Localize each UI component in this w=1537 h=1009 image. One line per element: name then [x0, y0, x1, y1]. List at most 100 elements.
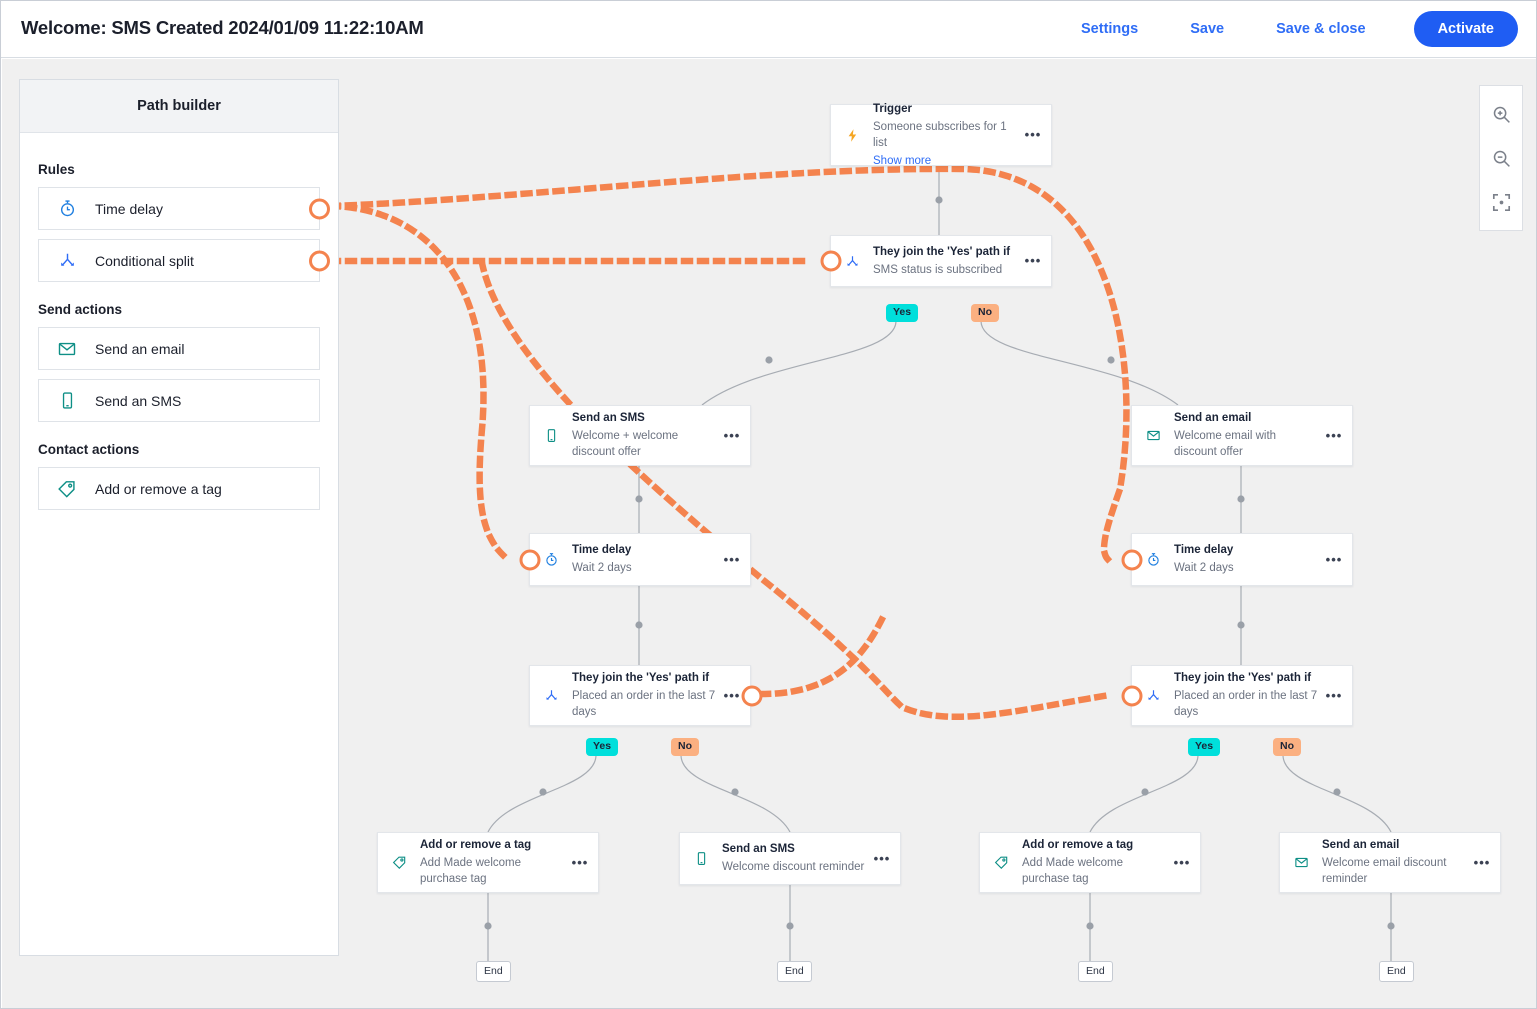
flow-node-title: Time delay [572, 543, 716, 558]
flow-node-text: They join the 'Yes' path if Placed an ord… [1174, 671, 1322, 720]
group-label-send-actions: Send actions [38, 302, 320, 317]
flow-node-subtitle: Welcome + welcome discount offer [572, 428, 716, 460]
flow-node-menu-button[interactable]: ••• [720, 432, 750, 440]
flow-node-split1[interactable]: They join the 'Yes' path ifSMS status is… [830, 235, 1052, 287]
palette-item-add-or-remove-a-tag[interactable]: Add or remove a tag [38, 467, 320, 510]
flow-node-menu-button[interactable]: ••• [870, 855, 900, 863]
panel-body: Rules Time delay [20, 133, 338, 510]
flow-node-split3[interactable]: They join the 'Yes' path if Placed an ord… [1131, 665, 1353, 726]
fit-to-screen-icon[interactable] [1480, 180, 1522, 224]
flow-node-trigger[interactable]: Trigger Someone subscribes for 1 list Show… [830, 104, 1052, 166]
branch-badge-yes: Yes [1188, 738, 1220, 756]
path-builder-panel: Path builder Rules Time delay [19, 79, 339, 956]
palette-item-send-an-email[interactable]: Send an email [38, 327, 320, 370]
end-node: End [1078, 961, 1113, 982]
save-and-close-button[interactable]: Save & close [1250, 21, 1391, 37]
flow-node-delay1[interactable]: Time delay Wait 2 days ••• [529, 533, 751, 586]
flow-node-tag2[interactable]: Add or remove a tagAdd Made welcome purc… [979, 832, 1201, 893]
activate-button[interactable]: Activate [1414, 11, 1518, 47]
palette-item-time-delay[interactable]: Time delay [38, 187, 320, 230]
palette-label-add-or-remove-a-tag: Add or remove a tag [95, 481, 222, 497]
tag-icon [378, 855, 420, 870]
palette-drag-handle-time-delay[interactable] [309, 198, 330, 219]
envelope-icon [39, 339, 95, 359]
flow-node-subtitle: Wait 2 days [572, 560, 716, 576]
palette-item-conditional-split[interactable]: Conditional split [38, 239, 320, 282]
flow-node-text: Time delayWait 2 days [1174, 543, 1322, 576]
node-connector-handle[interactable] [520, 549, 541, 570]
flow-node-menu-button[interactable]: ••• [1470, 859, 1500, 867]
split-icon [530, 688, 572, 703]
flow-node-text: Add or remove a tagAdd Made welcome purc… [420, 838, 568, 887]
flow-node-menu-button[interactable]: ••• [1322, 692, 1352, 700]
end-node: End [777, 961, 812, 982]
flow-node-subtitle: Welcome email with discount offer [1174, 428, 1318, 460]
node-connector-handle[interactable] [1122, 685, 1143, 706]
node-connector-handle[interactable] [821, 251, 842, 272]
flow-node-text: Trigger Someone subscribes for 1 list Show… [873, 102, 1021, 169]
palette-drag-handle-conditional-split[interactable] [309, 250, 330, 271]
flow-node-sms1[interactable]: Send an SMS Welcome + welcome discount of… [529, 405, 751, 466]
page-title: Welcome: SMS Created 2024/01/09 11:22:10… [21, 17, 424, 39]
flow-node-email2[interactable]: Send an emailWelcome email discount remi… [1279, 832, 1501, 893]
flow-node-subtitle: Placed an order in the last 7 days [572, 688, 716, 720]
flow-node-title: They join the 'Yes' path if [572, 671, 716, 686]
flow-node-menu-button[interactable]: ••• [1322, 556, 1352, 564]
zoom-in-icon[interactable] [1480, 92, 1522, 136]
flow-node-text: They join the 'Yes' path if Placed an ord… [572, 671, 720, 720]
palette-label-send-an-email: Send an email [95, 341, 185, 357]
flow-node-text: They join the 'Yes' path ifSMS status is… [873, 245, 1021, 278]
flow-node-subtitle: Placed an order in the last 7 days [1174, 688, 1318, 720]
flow-node-subtitle: Welcome email discount reminder [1322, 855, 1466, 887]
branch-badge-yes: Yes [586, 738, 618, 756]
top-toolbar: Welcome: SMS Created 2024/01/09 11:22:10… [1, 1, 1536, 58]
zoom-out-icon[interactable] [1480, 136, 1522, 180]
group-label-contact-actions: Contact actions [38, 442, 320, 457]
flow-node-subtitle: Wait 2 days [1174, 560, 1318, 576]
flow-node-menu-button[interactable]: ••• [1021, 131, 1051, 139]
flow-node-subtitle: Add Made welcome purchase tag [420, 855, 564, 887]
panel-header: Path builder [20, 80, 338, 133]
flow-node-subtitle: Welcome discount reminder [722, 859, 866, 875]
flow-node-menu-button[interactable]: ••• [1021, 257, 1051, 265]
show-more-link[interactable]: Show more [873, 153, 931, 169]
end-node: End [476, 961, 511, 982]
stopwatch-icon [39, 199, 95, 218]
flow-node-title: Send an SMS [722, 842, 866, 857]
flow-node-tag1[interactable]: Add or remove a tagAdd Made welcome purc… [377, 832, 599, 893]
group-label-rules: Rules [38, 162, 320, 177]
branch-badge-yes: Yes [886, 304, 918, 322]
flow-node-menu-button[interactable]: ••• [1322, 432, 1352, 440]
flow-node-title: They join the 'Yes' path if [1174, 671, 1318, 686]
flow-node-menu-button[interactable]: ••• [1170, 859, 1200, 867]
node-connector-handle[interactable] [742, 685, 763, 706]
flow-node-split2[interactable]: They join the 'Yes' path if Placed an ord… [529, 665, 751, 726]
node-connector-handle[interactable] [1122, 549, 1143, 570]
envelope-icon [1132, 428, 1174, 443]
flow-node-menu-button[interactable]: ••• [720, 556, 750, 564]
flow-node-sms2[interactable]: Send an SMS Welcome discount reminder ••• [679, 832, 901, 885]
flow-node-email1[interactable]: Send an emailWelcome email with discount… [1131, 405, 1353, 466]
flow-node-subtitle: Someone subscribes for 1 list [873, 119, 1017, 151]
flow-node-menu-button[interactable]: ••• [568, 859, 598, 867]
flow-node-delay2[interactable]: Time delayWait 2 days••• [1131, 533, 1353, 586]
panel-title: Path builder [137, 98, 221, 114]
flow-node-text: Send an emailWelcome email discount remi… [1322, 838, 1470, 887]
palette-item-send-an-sms[interactable]: Send an SMS [38, 379, 320, 422]
palette-label-time-delay: Time delay [95, 201, 163, 217]
mobile-icon [39, 391, 95, 410]
flow-node-title: Trigger [873, 102, 1017, 117]
flow-node-text: Send an SMS Welcome + welcome discount of… [572, 411, 720, 460]
flow-canvas[interactable]: Path builder Rules Time delay [2, 59, 1536, 1008]
tag-icon [39, 479, 95, 499]
flow-node-title: Send an SMS [572, 411, 716, 426]
palette-label-send-an-sms: Send an SMS [95, 393, 181, 409]
envelope-icon [1280, 855, 1322, 870]
flow-node-title: They join the 'Yes' path if [873, 245, 1017, 260]
mobile-icon [680, 851, 722, 866]
save-button[interactable]: Save [1164, 21, 1250, 37]
flow-node-title: Add or remove a tag [1022, 838, 1166, 853]
split-icon [39, 251, 95, 270]
settings-button[interactable]: Settings [1055, 21, 1164, 37]
zoom-controls [1479, 85, 1523, 231]
